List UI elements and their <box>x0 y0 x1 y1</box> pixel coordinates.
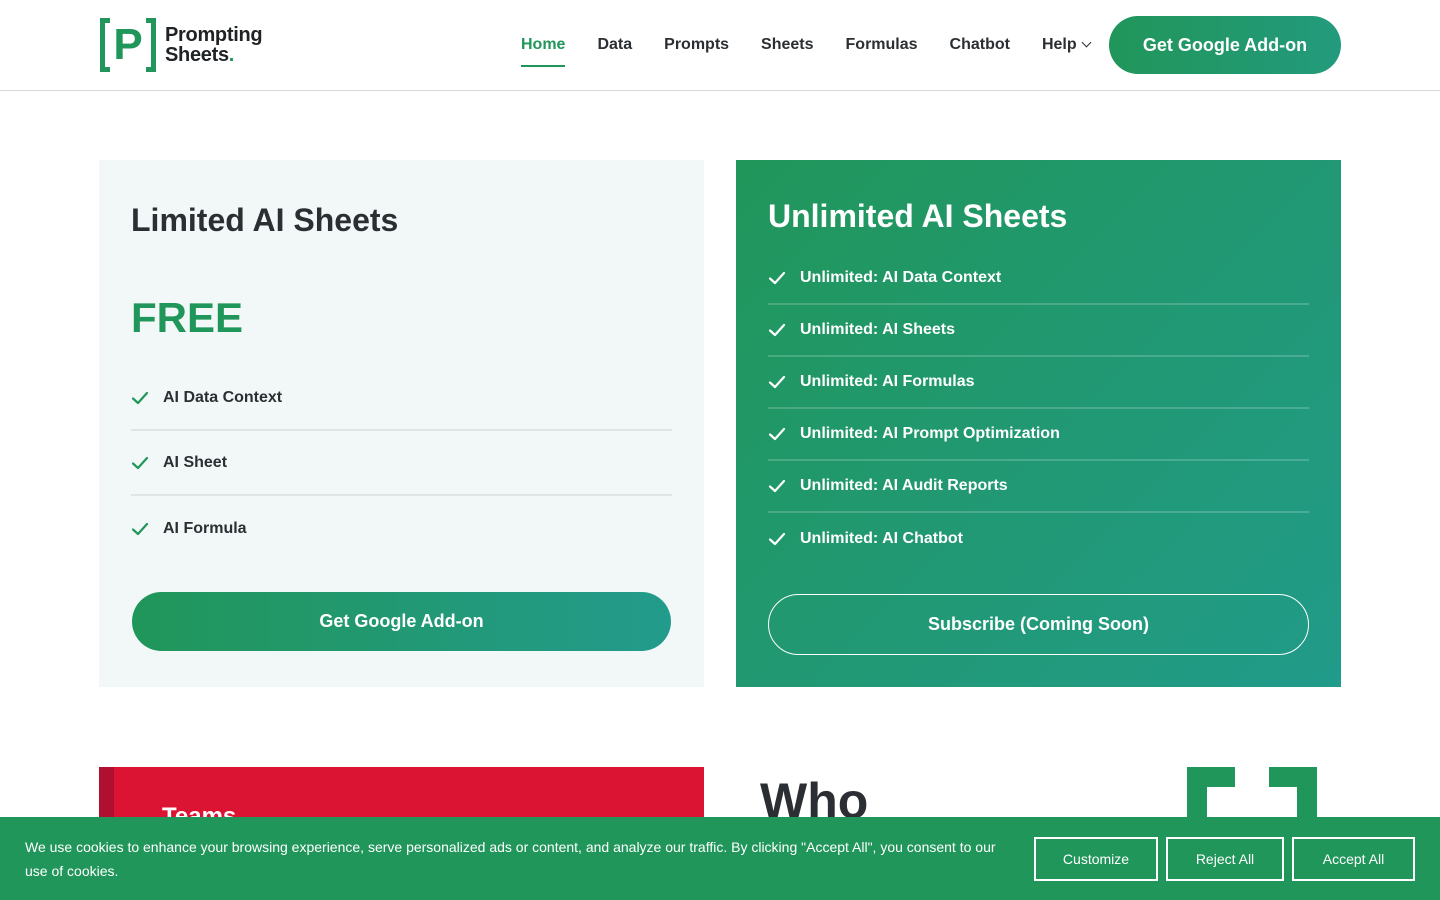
free-plan-price: FREE <box>131 294 244 341</box>
site-header: P Prompting Sheets. Home Data Prompts Sh… <box>0 0 1440 91</box>
nav-formulas[interactable]: Formulas <box>846 34 918 68</box>
nav-data[interactable]: Data <box>597 34 632 68</box>
check-icon <box>131 456 149 469</box>
cookie-customize-button[interactable]: Customize <box>1034 837 1158 881</box>
feature-label: AI Formula <box>163 519 247 537</box>
check-icon <box>768 427 786 441</box>
nav-home[interactable]: Home <box>521 34 566 68</box>
check-icon <box>768 479 786 493</box>
free-plan-card: Limited AI Sheets FREE AI Data Context A… <box>99 160 704 687</box>
cookie-reject-button[interactable]: Reject All <box>1166 837 1284 881</box>
chevron-down-icon <box>1081 37 1092 48</box>
main-nav: Home Data Prompts Sheets Formulas Chatbo… <box>521 34 1122 68</box>
list-item: Unlimited: AI Formulas <box>768 357 1309 409</box>
list-item: Unlimited: AI Chatbot <box>768 513 1309 565</box>
check-icon <box>131 522 149 535</box>
nav-chatbot[interactable]: Chatbot <box>950 34 1010 68</box>
cookie-accept-button[interactable]: Accept All <box>1292 837 1415 881</box>
feature-label: Unlimited: AI Audit Reports <box>800 477 1008 494</box>
check-icon <box>768 271 786 285</box>
logo-mark-icon: P <box>100 18 156 72</box>
feature-label: Unlimited: AI Sheets <box>800 321 955 338</box>
cookie-text: We use cookies to enhance your browsing … <box>25 839 996 879</box>
list-item: Unlimited: AI Audit Reports <box>768 461 1309 513</box>
check-icon <box>131 391 149 404</box>
free-feature-list: AI Data Context AI Sheet AI Formula <box>131 366 672 561</box>
list-item: AI Data Context <box>131 366 672 431</box>
logo-dot: . <box>228 44 235 66</box>
logo-line-1: Prompting <box>165 24 263 46</box>
nav-help[interactable]: Help <box>1041 34 1092 68</box>
feature-label: Unlimited: AI Formulas <box>800 373 975 390</box>
header-get-addon-button[interactable]: Get Google Add-on <box>1109 16 1341 74</box>
cookie-banner: We use cookies to enhance your browsing … <box>0 817 1440 900</box>
free-get-addon-button[interactable]: Get Google Add-on <box>132 592 671 651</box>
feature-label: Unlimited: AI Chatbot <box>800 530 963 547</box>
list-item: AI Sheet <box>131 431 672 496</box>
subscribe-button[interactable]: Subscribe (Coming Soon) <box>768 594 1309 655</box>
feature-label: Unlimited: AI Data Context <box>800 269 1002 286</box>
feature-label: Unlimited: AI Prompt Optimization <box>800 425 1060 442</box>
unlimited-plan-title: Unlimited AI Sheets <box>768 198 1068 234</box>
nav-prompts[interactable]: Prompts <box>664 34 729 68</box>
list-item: Unlimited: AI Sheets <box>768 305 1309 357</box>
check-icon <box>768 323 786 337</box>
list-item: Unlimited: AI Prompt Optimization <box>768 409 1309 461</box>
free-plan-title: Limited AI Sheets <box>131 202 399 238</box>
list-item: Unlimited: AI Data Context <box>768 253 1309 305</box>
logo-line-2: Sheets <box>165 44 229 66</box>
brand-logo[interactable]: P Prompting Sheets. <box>100 18 263 72</box>
unlimited-plan-card: Unlimited AI Sheets Unlimited: AI Data C… <box>736 160 1341 687</box>
feature-label: AI Data Context <box>163 388 283 406</box>
unlimited-feature-list: Unlimited: AI Data Context Unlimited: AI… <box>768 253 1309 565</box>
check-icon <box>768 375 786 389</box>
logo-wordmark: Prompting Sheets. <box>165 24 263 66</box>
logo-mark-letter: P <box>113 20 143 69</box>
nav-sheets[interactable]: Sheets <box>761 34 813 68</box>
feature-label: AI Sheet <box>163 453 228 471</box>
check-icon <box>768 532 786 546</box>
nav-help-label: Help <box>1041 36 1077 53</box>
list-item: AI Formula <box>131 496 672 561</box>
